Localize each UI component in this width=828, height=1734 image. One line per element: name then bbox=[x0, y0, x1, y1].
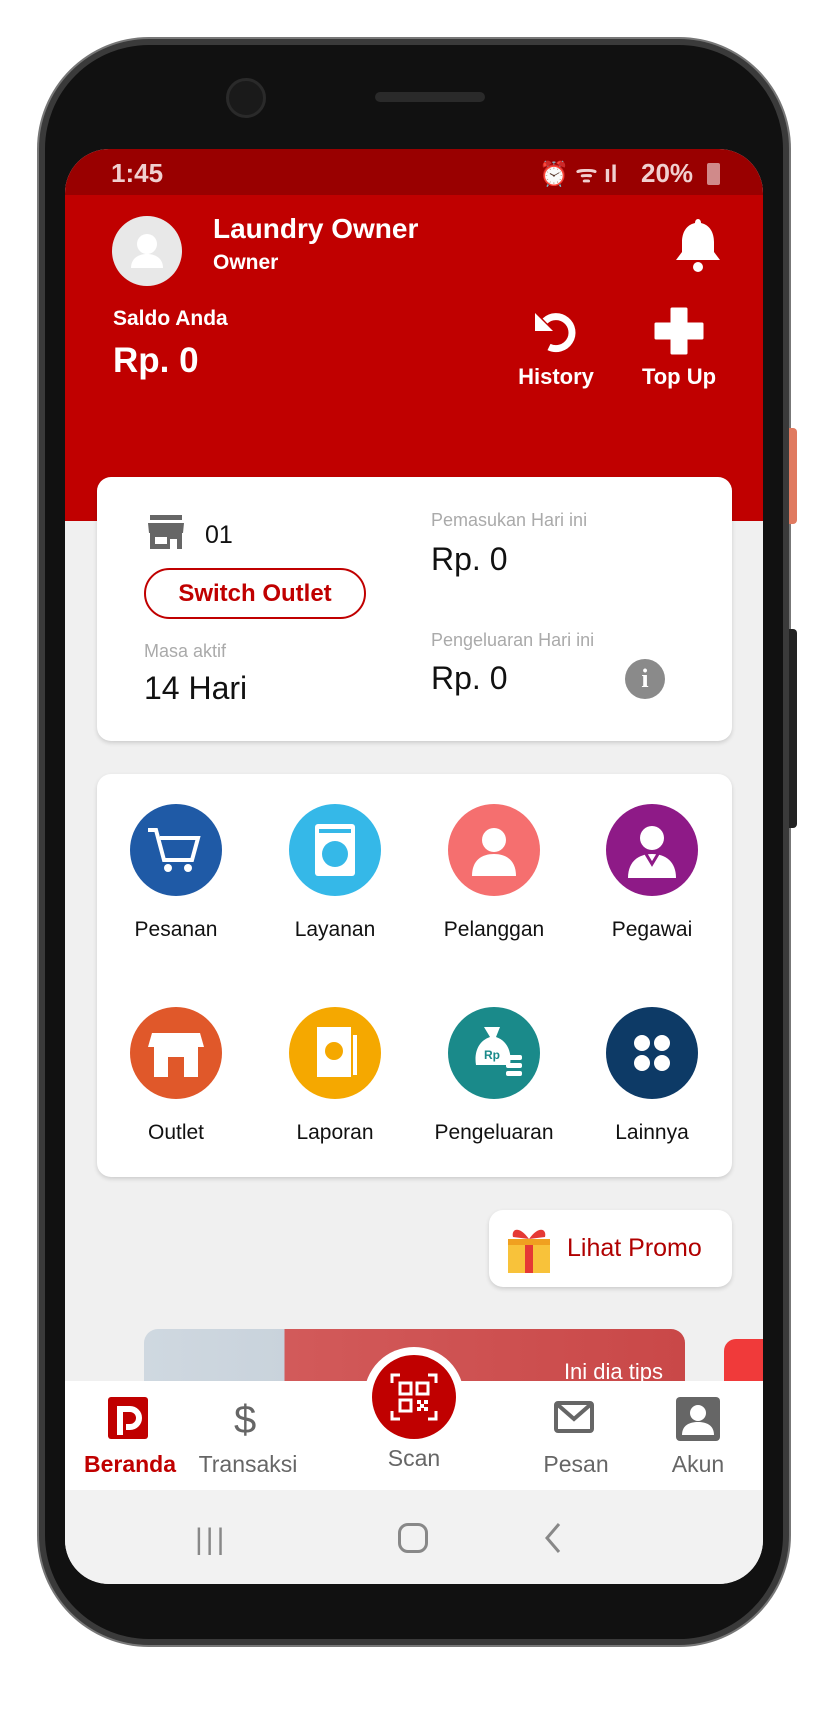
store-icon bbox=[130, 1007, 222, 1099]
gift-icon bbox=[508, 1229, 550, 1273]
washing-machine-icon bbox=[289, 804, 381, 896]
expense-label: Pengeluaran Hari ini bbox=[431, 630, 595, 650]
status-bar: 1:45 ⏰ ᯤ ıl 20% bbox=[65, 149, 763, 195]
customer-icon bbox=[448, 804, 540, 896]
history-button[interactable]: History bbox=[511, 307, 601, 390]
menu-label: Pegawai bbox=[611, 918, 693, 941]
system-nav: ||| bbox=[65, 1490, 763, 1584]
switch-outlet-button[interactable]: Switch Outlet bbox=[144, 568, 366, 619]
menu-item-outlet[interactable]: Outlet bbox=[101, 1007, 251, 1145]
header: Laundry Owner Owner Saldo Anda Rp. 0 His… bbox=[65, 195, 763, 521]
account-icon bbox=[676, 1397, 720, 1441]
home-logo-icon bbox=[108, 1397, 148, 1439]
money-bag-icon: Rp bbox=[448, 1007, 540, 1099]
nav-scan[interactable]: Scan bbox=[349, 1381, 479, 1472]
speaker bbox=[375, 92, 485, 102]
outlet-code: 01 bbox=[205, 521, 233, 549]
bell-icon[interactable] bbox=[673, 217, 723, 273]
promo-label: Lihat Promo bbox=[567, 1234, 702, 1262]
menu-item-pegawai[interactable]: Pegawai bbox=[577, 804, 727, 942]
menu-label: Laporan bbox=[296, 1121, 374, 1144]
history-label: History bbox=[518, 364, 594, 389]
info-icon[interactable]: i bbox=[625, 659, 665, 699]
status-time: 1:45 bbox=[111, 158, 164, 188]
menu-item-pesanan[interactable]: Pesanan bbox=[101, 804, 251, 942]
outlet-card: 01 Switch Outlet Masa aktif 14 Hari Pema… bbox=[97, 477, 732, 741]
active-period-label: Masa aktif bbox=[144, 641, 227, 661]
power-button bbox=[789, 629, 797, 828]
menu-label: Outlet bbox=[147, 1121, 205, 1144]
menu-card: Pesanan Layanan Pelanggan Pegawai Outlet Lapo… bbox=[97, 774, 732, 1177]
more-icon bbox=[606, 1007, 698, 1099]
home-icon[interactable] bbox=[398, 1523, 428, 1553]
nav-akun[interactable]: Akun bbox=[633, 1381, 763, 1478]
user-role: Owner bbox=[213, 251, 279, 274]
mail-icon bbox=[554, 1401, 594, 1433]
nav-beranda[interactable]: Beranda bbox=[65, 1381, 195, 1478]
store-icon bbox=[148, 515, 184, 549]
menu-item-pelanggan[interactable]: Pelanggan bbox=[419, 804, 569, 942]
expense-value: Rp. 0 bbox=[431, 660, 508, 696]
avatar[interactable] bbox=[112, 216, 182, 286]
nav-label: Pesan bbox=[543, 1451, 609, 1477]
back-icon[interactable] bbox=[543, 1520, 563, 1556]
svg-text:Rp: Rp bbox=[484, 1048, 500, 1062]
menu-label: Layanan bbox=[294, 918, 376, 941]
cart-icon bbox=[130, 804, 222, 896]
report-icon bbox=[289, 1007, 381, 1099]
menu-item-layanan[interactable]: Layanan bbox=[260, 804, 410, 942]
income-value: Rp. 0 bbox=[431, 541, 508, 577]
balance-value: Rp. 0 bbox=[113, 341, 199, 380]
menu-item-pengeluaran[interactable]: Rp Pengeluaran bbox=[419, 1007, 569, 1145]
status-icons: ⏰ ᯤ ıl bbox=[539, 161, 618, 188]
nav-label: Scan bbox=[387, 1445, 441, 1471]
svg-text:$: $ bbox=[234, 1398, 256, 1442]
menu-item-lainnya[interactable]: Lainnya bbox=[577, 1007, 727, 1145]
history-icon bbox=[535, 313, 576, 353]
active-period-value: 14 Hari bbox=[144, 670, 248, 706]
nav-transaksi[interactable]: $ Transaksi bbox=[183, 1381, 313, 1478]
employee-icon bbox=[606, 804, 698, 896]
menu-item-laporan[interactable]: Laporan bbox=[260, 1007, 410, 1145]
income-label: Pemasukan Hari ini bbox=[431, 510, 588, 530]
nav-label: Beranda bbox=[83, 1451, 177, 1477]
nav-pesan[interactable]: Pesan bbox=[511, 1381, 641, 1478]
front-camera bbox=[226, 78, 266, 118]
topup-label: Top Up bbox=[641, 364, 717, 389]
plus-icon bbox=[654, 307, 704, 355]
menu-label: Pengeluaran bbox=[434, 1121, 554, 1144]
nav-label: Transaksi bbox=[198, 1451, 298, 1477]
user-name: Laundry Owner bbox=[213, 213, 419, 244]
nav-label: Akun bbox=[671, 1451, 725, 1477]
screen: 1:45 ⏰ ᯤ ıl 20% Laundry Owner Owner Sald… bbox=[65, 149, 763, 1584]
promo-button[interactable]: Lihat Promo bbox=[489, 1210, 732, 1287]
topup-button[interactable]: Top Up bbox=[631, 307, 727, 390]
recent-apps-icon[interactable]: ||| bbox=[195, 1523, 227, 1557]
volume-button bbox=[789, 428, 797, 524]
balance-label: Saldo Anda bbox=[113, 307, 228, 330]
battery-text: 20% bbox=[641, 158, 694, 188]
menu-label: Pesanan bbox=[134, 918, 218, 941]
menu-label: Lainnya bbox=[615, 1121, 689, 1144]
dollar-icon: $ bbox=[234, 1398, 256, 1442]
menu-label: Pelanggan bbox=[443, 918, 545, 941]
battery-icon bbox=[707, 163, 720, 185]
